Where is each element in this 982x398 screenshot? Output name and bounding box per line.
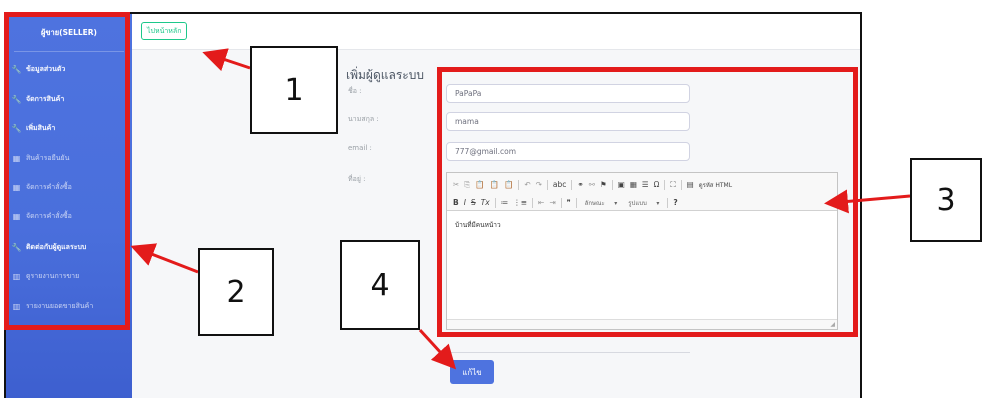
form-divider [446, 352, 690, 353]
home-button[interactable]: ไปหน้าหลัก [141, 22, 188, 40]
annotation-label-3: 3 [910, 158, 982, 242]
email-label: email : [348, 144, 372, 152]
save-button[interactable]: แก้ไข [450, 360, 494, 384]
screenshot-root: ผู้ขาย(SELLER) 🔧 ข้อมูลส่วนตัว 🔧 จัดการส… [0, 0, 982, 398]
annotation-label-4: 4 [340, 240, 420, 330]
annotation-box-form [437, 67, 858, 337]
topbar: ไปหน้าหลัก [132, 14, 860, 50]
name-label: ชื่อ : [348, 87, 362, 95]
annotation-label-2: 2 [198, 248, 274, 336]
annotation-box-sidebar [4, 12, 130, 330]
page-title: เพิ่มผู้ดูแลระบบ [346, 68, 424, 82]
annotation-label-1: 1 [250, 46, 338, 134]
address-label: ที่อยู่ : [348, 175, 366, 183]
surname-label: นามสกุล : [348, 115, 379, 123]
